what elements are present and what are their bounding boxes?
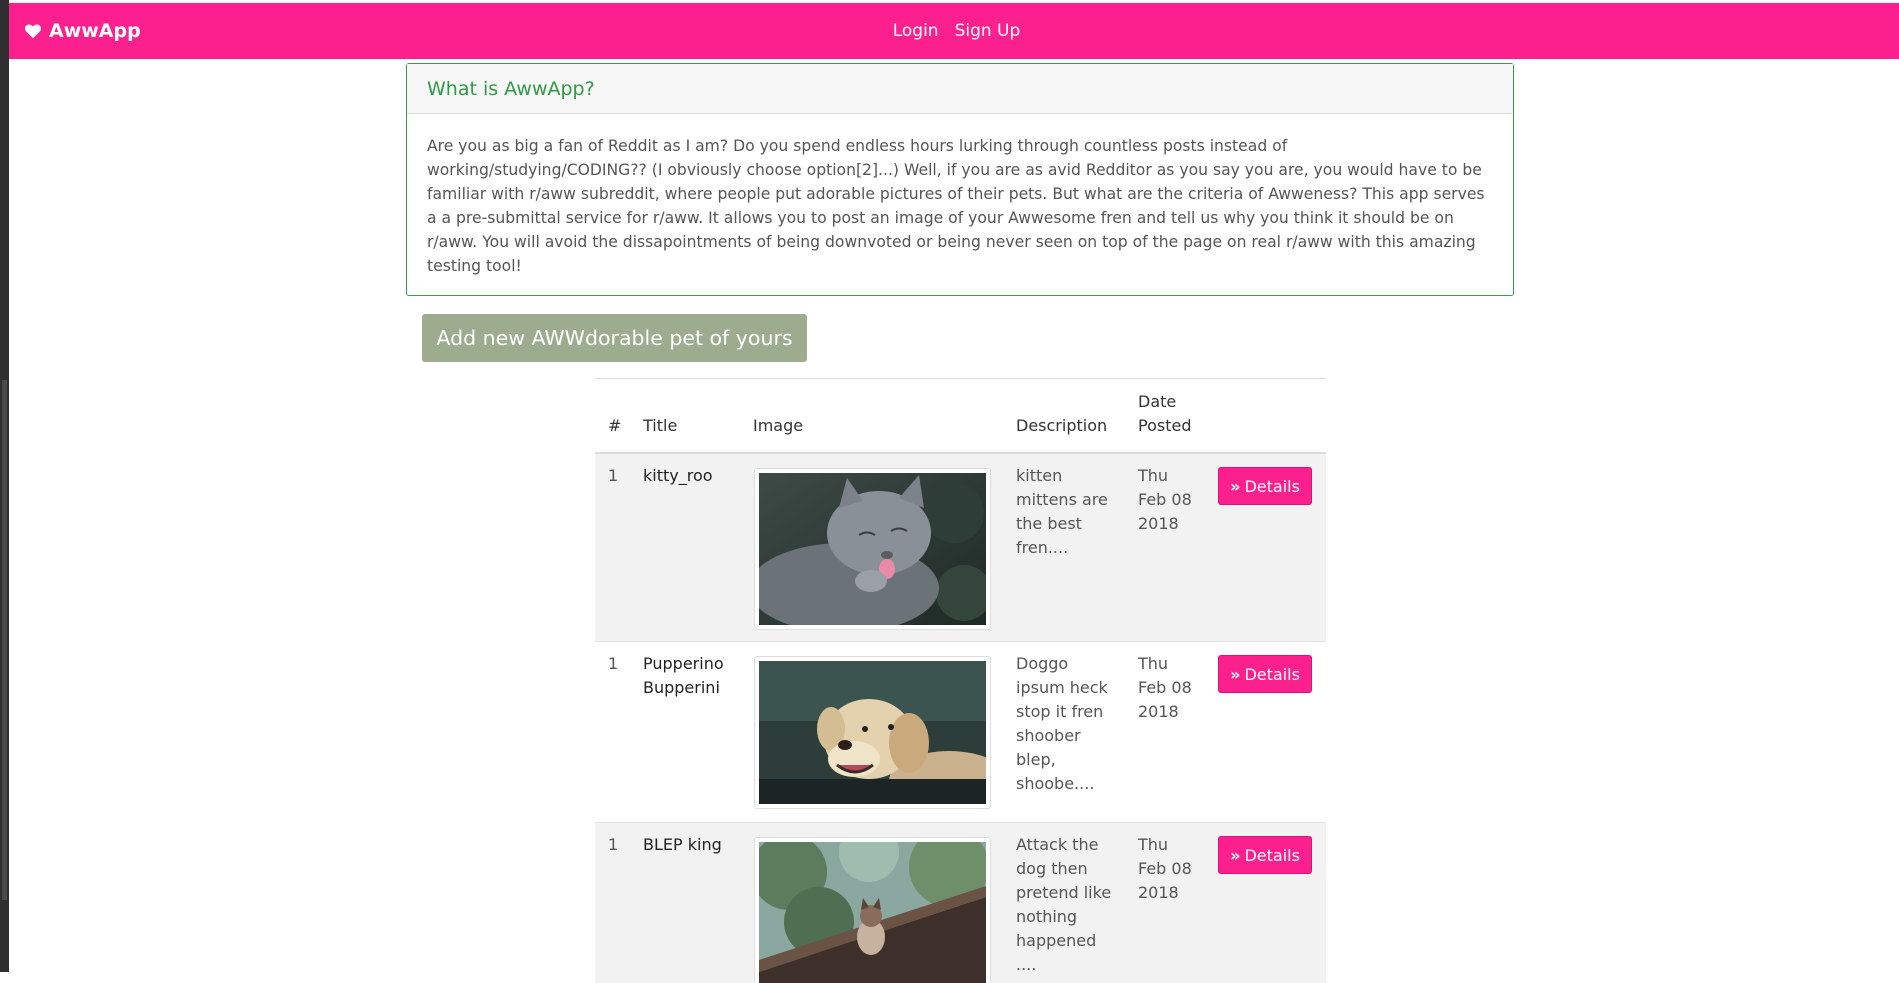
date-line: 2018 (1138, 883, 1179, 902)
header-description: Description (1016, 416, 1108, 435)
desc-line: nothing (1016, 907, 1078, 926)
intro-card: What is AwwApp? Are you as big a fan of … (406, 63, 1514, 296)
double-chevron-right-icon: » (1230, 476, 1241, 496)
table-row: 1 kitty_roo kitten mittens are the best … (595, 454, 1326, 642)
pet-thumbnail[interactable] (754, 468, 991, 630)
date-line: 2018 (1138, 514, 1179, 533)
details-button[interactable]: » Details (1218, 836, 1312, 874)
date-line: Feb 08 (1138, 859, 1192, 878)
desc-line: shoober (1016, 726, 1081, 745)
row-title: BLEP king (643, 835, 722, 854)
intro-card-heading: What is AwwApp? (407, 64, 1513, 114)
table-header: # Title Image Description Date Posted (595, 378, 1326, 454)
header-date-line2: Posted (1138, 416, 1192, 435)
header-date-posted: Date Posted (1138, 390, 1191, 438)
row-num: 1 (608, 654, 619, 673)
desc-line: kitten (1016, 466, 1063, 485)
date-line: Thu (1138, 835, 1169, 854)
dog-photo-icon (759, 661, 986, 804)
date-line: Feb 08 (1138, 678, 1192, 697)
desc-line: fren.... (1016, 538, 1069, 557)
desc-line: Doggo (1016, 654, 1069, 673)
add-pet-button[interactable]: Add new AWWdorable pet of yours (422, 314, 807, 362)
date-line: 2018 (1138, 702, 1179, 721)
cat-on-roof-photo-icon (759, 842, 986, 983)
row-date: Thu Feb 08 2018 (1138, 652, 1192, 724)
row-title: kitty_roo (643, 466, 713, 485)
scrollbar-thumb[interactable] (2, 380, 7, 900)
desc-line: mittens are (1016, 490, 1108, 509)
nav-links: Login Sign Up (9, 3, 1899, 59)
row-description: kitten mittens are the best fren.... (1016, 464, 1108, 560)
title-line: Bupperini (643, 678, 720, 697)
details-label: Details (1244, 845, 1300, 865)
row-title: Pupperino Bupperini (643, 652, 724, 700)
details-label: Details (1244, 664, 1300, 684)
pet-thumbnail[interactable] (754, 837, 991, 983)
header-num: # (608, 416, 622, 435)
signup-link[interactable]: Sign Up (955, 21, 1021, 41)
title-line: Pupperino (643, 654, 724, 673)
row-description: Doggo ipsum heck stop it fren shoober bl… (1016, 652, 1108, 796)
header-title: Title (643, 416, 678, 435)
double-chevron-right-icon: » (1230, 845, 1241, 865)
pet-thumbnail[interactable] (754, 656, 991, 809)
details-label: Details (1244, 476, 1300, 496)
pets-table: # Title Image Description Date Posted 1 … (595, 378, 1326, 983)
date-line: Feb 08 (1138, 490, 1192, 509)
row-num: 1 (608, 466, 619, 485)
details-button[interactable]: » Details (1218, 655, 1312, 693)
row-num: 1 (608, 835, 619, 854)
header-date-line1: Date (1138, 392, 1177, 411)
date-line: Thu (1138, 654, 1169, 673)
desc-line: the best (1016, 514, 1082, 533)
desc-line: blep, (1016, 750, 1056, 769)
table-row: 1 BLEP king Attack the dog then pretend … (595, 823, 1326, 983)
login-link[interactable]: Login (893, 21, 939, 41)
desc-line: .... (1016, 955, 1037, 974)
double-chevron-right-icon: » (1230, 664, 1241, 684)
desc-line: pretend like (1016, 883, 1112, 902)
desc-line: shoobe.... (1016, 774, 1095, 793)
desc-line: stop it fren (1016, 702, 1104, 721)
left-scrollbar (0, 0, 9, 972)
row-description: Attack the dog then pretend like nothing… (1016, 833, 1111, 977)
desc-line: happened (1016, 931, 1097, 950)
cat-photo-icon (759, 473, 986, 625)
intro-card-text: Are you as big a fan of Reddit as I am? … (427, 137, 1485, 275)
top-navbar: AwwApp Login Sign Up (9, 3, 1899, 59)
header-image: Image (753, 416, 804, 435)
row-date: Thu Feb 08 2018 (1138, 464, 1192, 536)
desc-line: ipsum heck (1016, 678, 1108, 697)
date-line: Thu (1138, 466, 1169, 485)
desc-line: dog then (1016, 859, 1088, 878)
table-row: 1 Pupperino Bupperini Doggo ipsum heck s… (595, 642, 1326, 823)
row-date: Thu Feb 08 2018 (1138, 833, 1192, 905)
desc-line: Attack the (1016, 835, 1099, 854)
details-button[interactable]: » Details (1218, 467, 1312, 505)
